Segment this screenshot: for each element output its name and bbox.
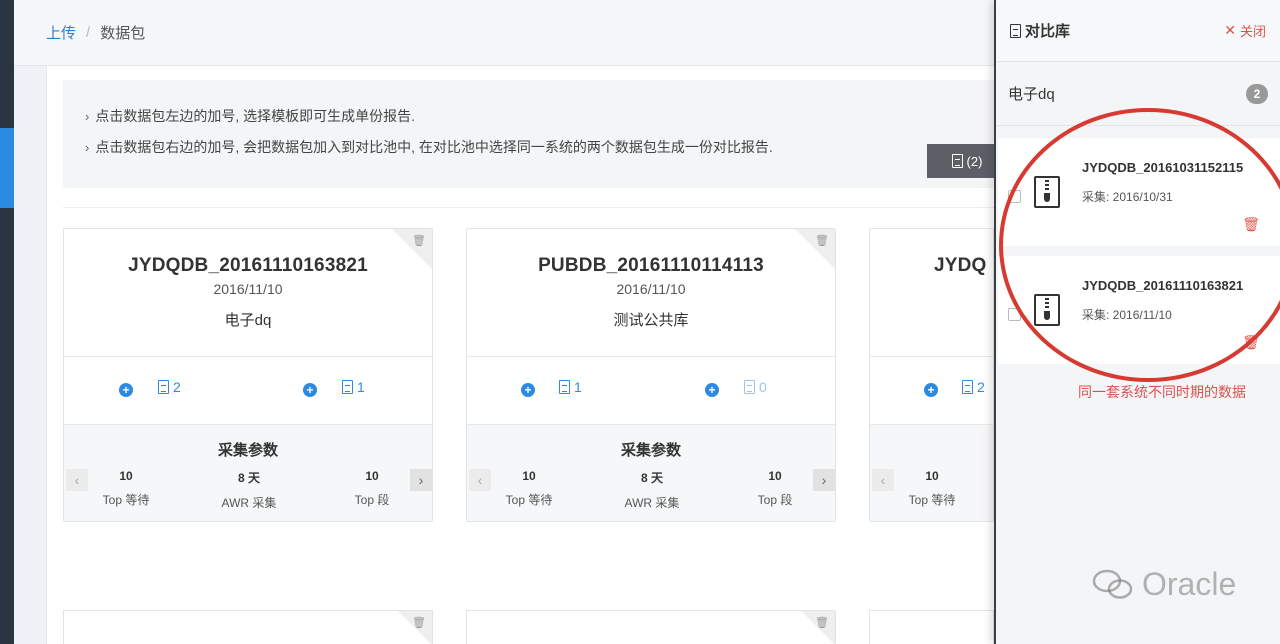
package-title: JYDQ	[934, 255, 987, 276]
compare-item-checkbox[interactable]	[1008, 308, 1021, 321]
document-icon	[342, 380, 353, 394]
add-report-plus-icon[interactable]: +	[924, 383, 938, 397]
param-awr: 8 天 AWR 采集	[624, 471, 680, 510]
compare-item-name: JYDQDB_20161110163821	[1082, 278, 1244, 293]
compare-group-name: 电子dq	[1008, 86, 1055, 103]
watermark: Oracle	[1092, 566, 1236, 603]
compare-group-count: 2	[1246, 83, 1268, 104]
compare-item: JYDQDB_20161031152115 采集: 2016/10/31 🗑	[998, 138, 1280, 246]
param-top-wait: 10 Top 等待	[908, 469, 956, 507]
annotation-note: 同一套系统不同时期的数据	[1078, 384, 1246, 400]
package-date: 2016/11/10	[616, 281, 686, 297]
package-card: 🗑	[63, 610, 433, 644]
tip-item: › 点击数据包左边的加号, 选择模板即可生成单份报告.	[85, 108, 416, 124]
close-button[interactable]: ✕ 关闭	[1224, 21, 1266, 40]
report-count[interactable]: 1	[559, 379, 582, 395]
param-top-seg: 10 Top 段	[757, 469, 793, 507]
param-top-wait: 10 Top 等待	[102, 469, 150, 507]
compare-item: JYDQDB_20161110163821 采集: 2016/11/10 🗑	[998, 256, 1280, 364]
package-card: 🗑 JYDQDB_20161110163821 2016/11/10 电子dq …	[63, 228, 433, 522]
report-count[interactable]: 2	[158, 379, 181, 395]
document-icon	[158, 380, 169, 394]
collection-params: 采集参数 ‹ 10 Top 等待 8 天 AWR 采集 10 Top 段 ›	[467, 424, 835, 521]
tips-box: › 点击数据包左边的加号, 选择模板即可生成单份报告. › 点击数据包右边的加号, …	[63, 80, 1003, 188]
document-icon	[962, 380, 973, 394]
compare-panel-title: 对比库	[1010, 20, 1070, 41]
app-sidebar	[0, 0, 14, 644]
breadcrumb: 上传 / 数据包	[14, 0, 994, 66]
package-title: JYDQDB_20161110163821	[128, 255, 368, 276]
package-card	[869, 610, 994, 644]
add-report-plus-icon[interactable]: +	[521, 383, 535, 397]
compare-item-date: 采集: 2016/10/31	[1082, 190, 1173, 204]
params-title: 采集参数	[217, 442, 278, 459]
collection-params: 采集参数 ‹ 10 Top 等待 8 天 AWR 采集 10 Top 段 ›	[64, 424, 432, 521]
package-actions: + 1 + 0	[467, 356, 835, 424]
trash-icon[interactable]: 🗑	[815, 616, 829, 629]
package-date: 2016/11/10	[213, 281, 283, 297]
param-top-seg: 10 Top 段	[354, 469, 390, 507]
zip-file-icon	[1034, 176, 1060, 208]
breadcrumb-separator: /	[86, 24, 91, 41]
zip-file-icon	[1034, 294, 1060, 326]
param-awr: 8 天 AWR 采集	[221, 471, 277, 510]
trash-icon[interactable]: 🗑	[1242, 334, 1260, 351]
package-card: 🗑	[466, 610, 836, 644]
add-compare-plus-icon[interactable]: +	[303, 383, 317, 397]
compare-pool-count: (2)	[966, 153, 983, 169]
compare-report-count[interactable]: 1	[342, 379, 365, 395]
report-count[interactable]: 2	[962, 379, 985, 395]
document-icon	[744, 380, 755, 394]
close-icon: ✕	[1224, 22, 1236, 38]
tip-item: › 点击数据包右边的加号, 会把数据包加入到对比池中, 在对比池中选择同一系统的两…	[85, 139, 773, 155]
document-icon	[951, 154, 963, 168]
collection-params: ‹ 10 Top 等待	[870, 424, 993, 521]
watermark-text: Oracle	[1142, 566, 1237, 602]
trash-icon[interactable]: 🗑	[1242, 216, 1260, 233]
package-card: JYDQ + 2 ‹ 10 Top 等待	[869, 228, 994, 522]
package-system: 测试公共库	[613, 312, 689, 329]
compare-item-name: JYDQDB_20161031152115	[1082, 160, 1244, 175]
chevron-right-icon[interactable]: ›	[813, 469, 835, 491]
breadcrumb-current: 数据包	[100, 25, 146, 42]
add-report-plus-icon[interactable]: +	[119, 383, 133, 397]
compare-group-header[interactable]: 电子dq 2	[996, 62, 1280, 126]
sidebar-active-item[interactable]	[0, 128, 14, 208]
package-actions: + 2 + 1	[64, 356, 432, 424]
params-title: 采集参数	[620, 442, 681, 459]
trash-icon[interactable]: 🗑	[412, 234, 426, 247]
chevron-right-icon: ›	[85, 140, 90, 155]
chevron-right-icon[interactable]: ›	[410, 469, 432, 491]
package-title: PUBDB_20161110114113	[538, 255, 764, 276]
breadcrumb-upload-link[interactable]: 上传	[46, 22, 76, 43]
trash-icon[interactable]: 🗑	[815, 234, 829, 247]
compare-item-date: 采集: 2016/11/10	[1082, 308, 1172, 322]
chevron-right-icon: ›	[85, 109, 90, 124]
wechat-icon	[1092, 569, 1133, 599]
package-system: 电子dq	[224, 312, 272, 329]
document-icon	[559, 380, 570, 394]
package-card: 🗑 PUBDB_20161110114113 2016/11/10 测试公共库 …	[466, 228, 836, 522]
document-icon	[1010, 23, 1021, 38]
compare-panel-header: 对比库 ✕ 关闭	[996, 0, 1280, 62]
compare-report-count[interactable]: 0	[744, 379, 767, 395]
compare-panel: 对比库 ✕ 关闭 电子dq 2 JYDQDB_20161031152115 采集:…	[994, 0, 1280, 644]
trash-icon[interactable]: 🗑	[412, 616, 426, 629]
add-compare-plus-icon[interactable]: +	[705, 383, 719, 397]
package-actions: + 2	[870, 356, 993, 424]
compare-item-checkbox[interactable]	[1008, 190, 1021, 203]
divider	[63, 207, 1003, 208]
param-top-wait: 10 Top 等待	[505, 469, 553, 507]
